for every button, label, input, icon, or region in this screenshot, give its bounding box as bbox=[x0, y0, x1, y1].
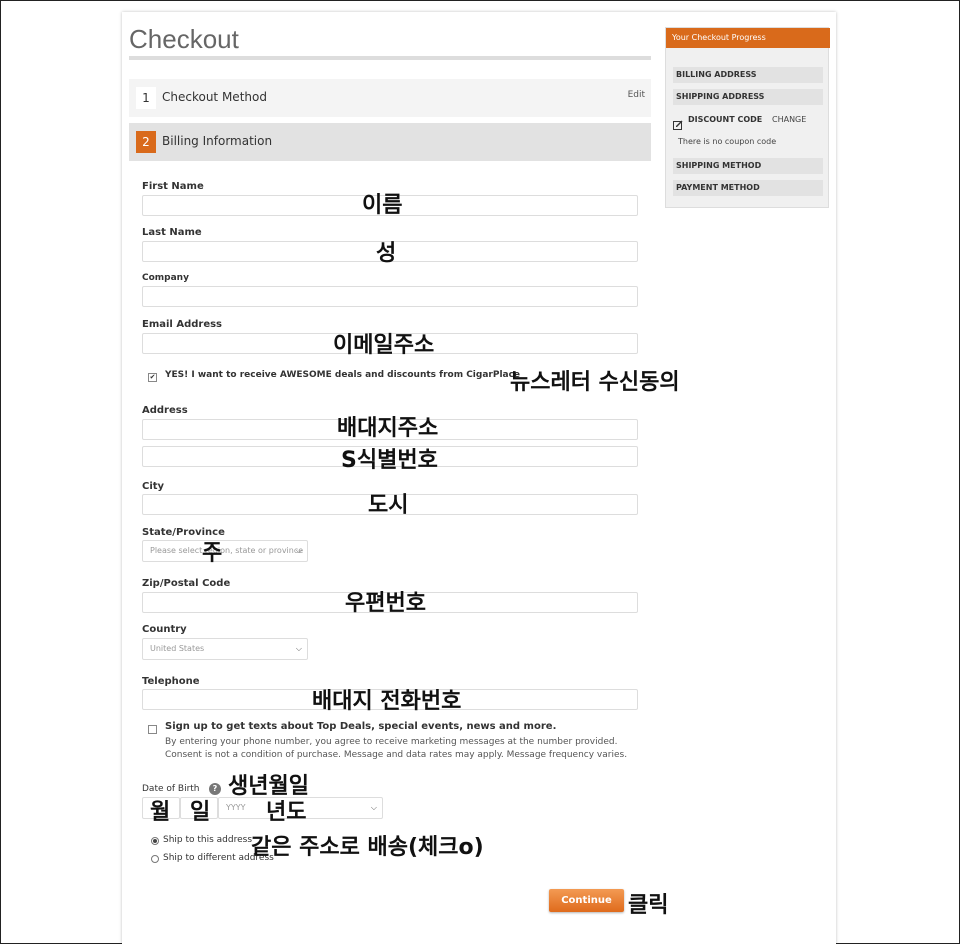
sidebar-item-payment-method: PAYMENT METHOD bbox=[673, 180, 823, 196]
sidebar-change-link[interactable]: CHANGE bbox=[772, 115, 806, 124]
country-select-value: United States bbox=[150, 644, 205, 653]
title-divider bbox=[129, 56, 651, 60]
annotation-first-name: 이름 bbox=[362, 193, 403, 218]
sidebar-item-shipping-address: SHIPPING ADDRESS bbox=[673, 89, 823, 105]
step-number: 2 bbox=[136, 131, 156, 153]
annotation-state: 주 bbox=[202, 541, 223, 566]
newsletter-checkbox[interactable]: ✔ bbox=[148, 373, 157, 382]
continue-button[interactable]: Continue bbox=[549, 889, 624, 912]
checkout-progress-sidebar: Your Checkout Progress BILLING ADDRESS S… bbox=[665, 27, 830, 208]
city-label: City bbox=[142, 481, 165, 492]
annotation-click: 클릭 bbox=[628, 893, 669, 918]
annotation-email: 이메일주소 bbox=[333, 333, 435, 358]
company-label: Company bbox=[142, 273, 189, 283]
first-name-label: First Name bbox=[142, 181, 204, 192]
country-label: Country bbox=[142, 624, 187, 635]
company-input[interactable] bbox=[142, 286, 638, 307]
step-label: Checkout Method bbox=[162, 90, 267, 104]
annotation-address2: S식별번호 bbox=[341, 448, 438, 473]
annotation-last-name: 성 bbox=[376, 241, 397, 266]
sms-checkbox[interactable] bbox=[148, 725, 157, 734]
chevron-down-icon: ⌵ bbox=[295, 644, 302, 653]
page-title: Checkout bbox=[129, 24, 239, 54]
edit-link[interactable]: Edit bbox=[628, 90, 645, 100]
state-select-value: Please select region, state or province bbox=[150, 546, 304, 555]
ship-same-radio[interactable] bbox=[151, 837, 159, 845]
edit-icon bbox=[673, 115, 683, 130]
annotation-month: 월 bbox=[150, 800, 171, 825]
sidebar-item-shipping-method: SHIPPING METHOD bbox=[673, 158, 823, 174]
step-number: 1 bbox=[136, 87, 156, 109]
annotation-address1: 배대지주소 bbox=[337, 416, 439, 441]
sidebar-discount-note: There is no coupon code bbox=[678, 137, 777, 146]
country-select[interactable]: United States ⌵ bbox=[142, 638, 308, 660]
chevron-down-icon: ⌵ bbox=[370, 803, 377, 812]
address-label: Address bbox=[142, 405, 188, 416]
state-select[interactable]: Please select region, state or province … bbox=[142, 540, 308, 562]
annotation-zip: 우편번호 bbox=[345, 591, 426, 616]
dob-label: Date of Birth bbox=[142, 784, 200, 794]
step-checkout-method[interactable]: 1 Checkout Method Edit bbox=[129, 79, 651, 117]
telephone-label: Telephone bbox=[142, 676, 200, 687]
annotation-city: 도시 bbox=[368, 493, 409, 518]
dob-year-placeholder: YYYY bbox=[226, 803, 246, 812]
step-label: Billing Information bbox=[162, 134, 273, 148]
annotation-newsletter: 뉴스레터 수신동의 bbox=[510, 370, 680, 395]
newsletter-label: YES! I want to receive AWESOME deals and… bbox=[165, 370, 521, 380]
annotation-year: 년도 bbox=[266, 800, 307, 825]
sidebar-item-billing-address: BILLING ADDRESS bbox=[673, 67, 823, 83]
annotation-ship: 같은 주소로 배송(체크o) bbox=[251, 835, 484, 860]
email-label: Email Address bbox=[142, 319, 223, 330]
step-billing-information[interactable]: 2 Billing Information bbox=[129, 123, 651, 161]
last-name-label: Last Name bbox=[142, 227, 202, 238]
sidebar-discount-label: DISCOUNT CODE bbox=[688, 115, 763, 124]
chevron-down-icon: ⌵ bbox=[295, 546, 302, 555]
annotation-telephone: 배대지 전화번호 bbox=[312, 689, 462, 714]
sms-label: Sign up to get texts about Top Deals, sp… bbox=[165, 721, 557, 732]
annotation-day: 일 bbox=[190, 800, 211, 825]
sidebar-title: Your Checkout Progress bbox=[666, 28, 830, 48]
ship-same-label: Ship to this address bbox=[163, 835, 253, 845]
sms-disclaimer: By entering your phone number, you agree… bbox=[165, 737, 628, 760]
help-icon[interactable]: ? bbox=[209, 783, 221, 795]
zip-label: Zip/Postal Code bbox=[142, 578, 231, 589]
ship-different-radio[interactable] bbox=[151, 855, 159, 863]
